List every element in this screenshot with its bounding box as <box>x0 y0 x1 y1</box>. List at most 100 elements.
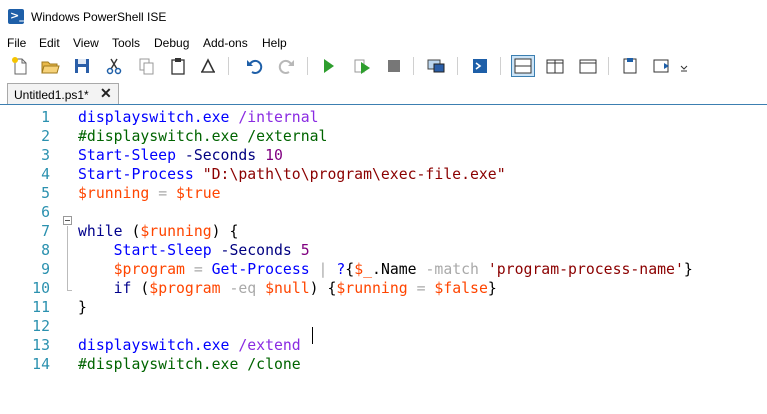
code-text: $running = $true <box>78 185 221 202</box>
show-script-pane-maximized-icon[interactable] <box>578 56 598 76</box>
code-token: displayswitch.exe <box>78 337 230 354</box>
code-token: if <box>78 280 132 297</box>
menu-view[interactable]: View <box>73 36 99 50</box>
code-text: #displayswitch.exe /external <box>78 128 327 145</box>
toolbar-overflow-icon[interactable] <box>679 56 689 76</box>
show-script-pane-right-icon[interactable] <box>545 56 565 76</box>
window-title: Windows PowerShell ISE <box>31 10 167 24</box>
code-token: 'program-process-name' <box>478 261 684 278</box>
run-script-icon[interactable] <box>318 56 338 76</box>
tab-strip: Untitled1.ps1* ✕ <box>0 80 767 105</box>
line-number: 3 <box>41 147 50 164</box>
code-token: Get-Process <box>211 261 310 278</box>
line-number: 11 <box>32 299 50 316</box>
line-number: 10 <box>32 280 50 297</box>
toolbar <box>0 52 767 80</box>
line-number: 14 <box>32 356 50 373</box>
line-number: 2 <box>41 128 50 145</box>
code-token: $running <box>78 185 150 202</box>
code-line[interactable]: 12 <box>0 317 767 336</box>
code-text: #displayswitch.exe /clone <box>78 356 301 373</box>
menu-edit[interactable]: Edit <box>39 36 60 50</box>
code-token: displayswitch.exe <box>78 109 230 126</box>
code-line[interactable]: 11} <box>0 298 767 317</box>
code-token: $true <box>176 185 221 202</box>
menu-bar: File Edit View Tools Debug Add-ons Help <box>0 34 767 52</box>
menu-help[interactable]: Help <box>262 36 287 50</box>
tab-untitled1[interactable]: Untitled1.ps1* ✕ <box>7 83 119 104</box>
line-number: 8 <box>41 242 50 259</box>
toolbar-separator <box>608 57 609 75</box>
line-number: 12 <box>32 318 50 335</box>
code-token: = <box>184 261 212 278</box>
code-token: ( <box>122 223 141 240</box>
code-text: Start-Process "D:\path\to\program\exec-f… <box>78 166 506 183</box>
code-token: } <box>487 280 497 297</box>
code-line[interactable]: 3 Start-Sleep -Seconds 10 <box>0 146 767 165</box>
code-line[interactable]: 10 if ($program -eq $null) {$running = $… <box>0 279 767 298</box>
line-number: 4 <box>41 166 50 183</box>
show-command-window-icon[interactable] <box>620 56 640 76</box>
toolbar-separator <box>457 57 458 75</box>
undo-icon[interactable] <box>244 56 264 76</box>
line-number: 6 <box>41 204 50 221</box>
close-icon[interactable]: ✕ <box>100 85 112 102</box>
code-token: ) { <box>211 223 239 240</box>
code-token: -eq <box>220 280 257 297</box>
save-icon[interactable] <box>72 56 92 76</box>
code-token: #displayswitch.exe /clone <box>78 356 301 373</box>
code-line[interactable]: 4 Start-Process "D:\path\to\program\exec-… <box>0 165 767 184</box>
cut-icon[interactable] <box>104 56 124 76</box>
menu-add-ons[interactable]: Add-ons <box>203 36 248 50</box>
code-token: $null <box>256 280 310 297</box>
open-folder-icon[interactable] <box>40 56 60 76</box>
clear-console-icon[interactable] <box>198 56 218 76</box>
code-text: displayswitch.exe /extend <box>78 337 301 354</box>
code-token: Start-Sleep <box>78 242 212 259</box>
code-token: { <box>345 261 355 278</box>
code-line[interactable]: 6 <box>0 203 767 222</box>
code-token: /internal <box>229 109 319 126</box>
show-script-pane-top-icon[interactable] <box>511 55 535 77</box>
code-token: = <box>407 280 435 297</box>
show-command-addon-icon[interactable] <box>652 56 672 76</box>
code-token: .Name <box>372 261 417 278</box>
menu-file[interactable]: File <box>7 36 26 50</box>
redo-icon[interactable] <box>277 56 297 76</box>
code-line[interactable]: 1 displayswitch.exe /internal <box>0 108 767 127</box>
menu-debug[interactable]: Debug <box>154 36 189 50</box>
code-line[interactable]: 13 displayswitch.exe /extend <box>0 336 767 355</box>
script-editor[interactable]: 1 displayswitch.exe /internal 2 #displayswi… <box>0 105 767 414</box>
menu-tools[interactable]: Tools <box>112 36 140 50</box>
code-text: $program = Get-Process | ?{$_.Name -matc… <box>78 261 693 278</box>
paste-icon[interactable] <box>168 56 188 76</box>
code-token: $false <box>434 280 488 297</box>
stop-icon[interactable] <box>384 56 404 76</box>
code-line[interactable]: 7 while ($running) { <box>0 222 767 241</box>
code-line[interactable]: 2 #displayswitch.exe /external <box>0 127 767 146</box>
code-line[interactable]: 14 #displayswitch.exe /clone <box>0 355 767 374</box>
line-number: 5 <box>41 185 50 202</box>
run-selection-icon[interactable] <box>352 56 372 76</box>
code-token: /extend <box>229 337 301 354</box>
code-text: Start-Sleep -Seconds 10 <box>78 147 283 164</box>
code-line[interactable]: 8 Start-Sleep -Seconds 5 <box>0 241 767 260</box>
line-number: 9 <box>41 261 50 278</box>
new-file-icon[interactable] <box>10 56 30 76</box>
code-token: Start-Process <box>78 166 194 183</box>
copy-icon[interactable] <box>136 56 156 76</box>
code-token: ( <box>131 280 150 297</box>
code-token: 10 <box>256 147 283 164</box>
toolbar-separator <box>500 57 501 75</box>
code-line[interactable]: 9 $program = Get-Process | ?{$_.Name -ma… <box>0 260 767 279</box>
code-line[interactable]: 5 $running = $true <box>0 184 767 203</box>
code-token: ) { <box>309 280 337 297</box>
start-powershell-icon[interactable] <box>470 56 490 76</box>
toolbar-separator <box>228 57 229 75</box>
title-bar: >_ Windows PowerShell ISE <box>0 0 767 34</box>
code-text: } <box>78 299 87 316</box>
new-remote-tab-icon[interactable] <box>426 56 446 76</box>
code-token: -match <box>416 261 479 278</box>
code-token: Start-Sleep <box>78 147 176 164</box>
tab-label: Untitled1.ps1* <box>14 88 89 102</box>
